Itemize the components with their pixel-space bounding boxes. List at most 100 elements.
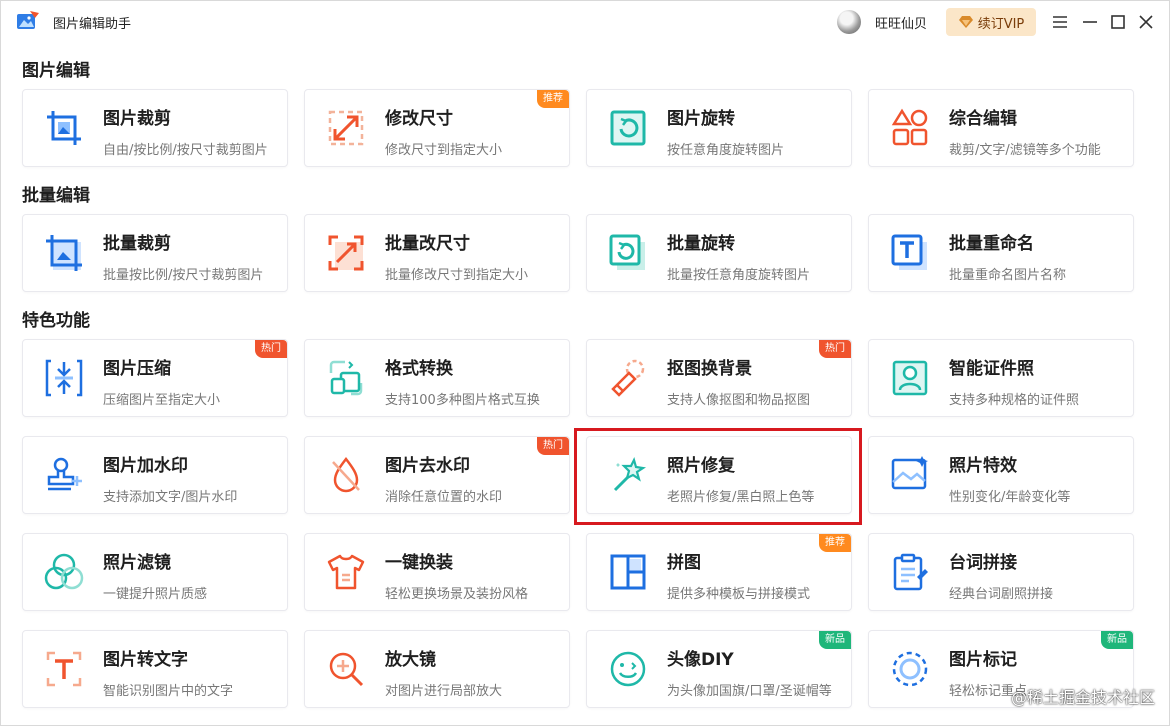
- compress-icon: [45, 359, 83, 397]
- close-icon[interactable]: [1136, 12, 1156, 32]
- card-desc: 性别变化/年龄变化等: [949, 490, 1071, 505]
- card-desc: 按任意角度旋转图片: [667, 143, 785, 158]
- card-desc: 轻松更换场景及装扮风格: [385, 587, 529, 602]
- filter-icon: [44, 553, 84, 590]
- smiley-icon: [610, 651, 646, 687]
- card-compress[interactable]: 图片压缩 压缩图片至指定大小 热门: [22, 339, 288, 417]
- card-title: 抠图换背景: [667, 359, 752, 379]
- clipboard-icon: [893, 553, 928, 591]
- renew-vip-button[interactable]: 续订VIP: [946, 8, 1036, 36]
- resize-icon: [328, 110, 364, 146]
- card-title: 图片压缩: [103, 359, 171, 379]
- remove-watermark-icon: [332, 456, 360, 493]
- card-photo-filter[interactable]: 照片滤镜 一键提升照片质感: [22, 533, 288, 611]
- card-desc: 支持人像抠图和物品抠图: [667, 393, 811, 408]
- card-title: 图片加水印: [103, 456, 188, 476]
- magnifier-icon: [329, 652, 364, 687]
- card-remove-watermark[interactable]: 图片去水印 消除任意位置的水印 热门: [304, 436, 570, 514]
- crop-image-icon: [47, 111, 81, 145]
- card-add-watermark[interactable]: 图片加水印 支持添加文字/图片水印: [22, 436, 288, 514]
- card-desc: 对图片进行局部放大: [385, 684, 503, 699]
- card-title: 图片去水印: [385, 456, 470, 476]
- diamond-icon: [958, 16, 973, 28]
- card-format-convert[interactable]: 格式转换 支持100多种图片格式互换: [304, 339, 570, 417]
- card-desc: 智能识别图片中的文字: [103, 684, 234, 699]
- card-desc: 支持多种规格的证件照: [949, 393, 1080, 408]
- card-title: 头像DIY: [667, 650, 734, 670]
- user-name[interactable]: 旺旺仙贝: [875, 13, 927, 32]
- card-resize[interactable]: 修改尺寸 修改尺寸到指定大小 推荐: [304, 89, 570, 167]
- batch-resize-icon: [328, 235, 364, 271]
- card-outfit-change[interactable]: 一键换装 轻松更换场景及装扮风格: [304, 533, 570, 611]
- card-title: 批量改尺寸: [385, 234, 470, 254]
- card-title: 批量裁剪: [103, 234, 171, 254]
- menu-icon[interactable]: [1050, 12, 1070, 32]
- title-bar: 图片编辑助手 旺旺仙贝 续订VIP: [1, 1, 1169, 43]
- card-desc: 修改尺寸到指定大小: [385, 143, 503, 158]
- card-desc: 为头像加国旗/口罩/圣诞帽等: [667, 684, 832, 699]
- card-title: 放大镜: [385, 650, 436, 670]
- card-batch-rename[interactable]: 批量重命名 批量重命名图片名称: [868, 214, 1134, 292]
- card-desc: 支持100多种图片格式互换: [385, 393, 540, 408]
- collage-icon: [610, 554, 646, 590]
- mark-icon: [892, 651, 928, 687]
- card-cutout-background[interactable]: 抠图换背景 支持人像抠图和物品抠图 热门: [586, 339, 852, 417]
- card-batch-crop[interactable]: 批量裁剪 批量按比例/按尺寸裁剪图片: [22, 214, 288, 292]
- rotate-icon: [610, 110, 646, 146]
- rename-icon: [891, 234, 927, 270]
- card-avatar-diy[interactable]: 头像DIY 为头像加国旗/口罩/圣诞帽等 新品: [586, 630, 852, 708]
- card-magnifier[interactable]: 放大镜 对图片进行局部放大: [304, 630, 570, 708]
- vip-label: 续订VIP: [977, 16, 1025, 32]
- avatar[interactable]: [837, 10, 861, 34]
- maximize-icon[interactable]: [1108, 12, 1128, 32]
- card-desc: 提供多种模板与拼接模式: [667, 587, 811, 602]
- card-desc: 批量按任意角度旋转图片: [667, 268, 811, 283]
- card-desc: 批量修改尺寸到指定大小: [385, 268, 529, 283]
- card-desc: 批量按比例/按尺寸裁剪图片: [103, 268, 264, 283]
- section-title-image-edit: 图片编辑: [22, 61, 90, 81]
- shirt-icon: [327, 554, 365, 590]
- recommend-badge: 推荐: [537, 90, 569, 108]
- card-title: 拼图: [667, 553, 701, 573]
- card-batch-rotate[interactable]: 批量旋转 批量按任意角度旋转图片: [586, 214, 852, 292]
- card-image-rotate[interactable]: 图片旋转 按任意角度旋转图片: [586, 89, 852, 167]
- card-title: 图片旋转: [667, 109, 735, 129]
- new-badge: 新品: [819, 631, 851, 649]
- card-title: 综合编辑: [949, 109, 1017, 129]
- card-combined-edit[interactable]: 综合编辑 裁剪/文字/滤镜等多个功能: [868, 89, 1134, 167]
- card-title: 图片转文字: [103, 650, 188, 670]
- card-subtitle-stitch[interactable]: 台词拼接 经典台词剧照拼接: [868, 533, 1134, 611]
- hot-badge: 热门: [819, 340, 851, 358]
- app-window: 图片编辑助手 旺旺仙贝 续订VIP 图片编辑 批量编辑 特色功能 图片裁剪 自由…: [0, 0, 1170, 726]
- card-photo-effect[interactable]: 照片特效 性别变化/年龄变化等: [868, 436, 1134, 514]
- card-desc: 批量重命名图片名称: [949, 268, 1067, 283]
- photo-effect-icon: [891, 456, 928, 490]
- card-desc: 消除任意位置的水印: [385, 490, 503, 505]
- hot-badge: 热门: [537, 437, 569, 455]
- card-image-to-text[interactable]: 图片转文字 智能识别图片中的文字: [22, 630, 288, 708]
- card-desc: 自由/按比例/按尺寸裁剪图片: [103, 143, 268, 158]
- watermark-text: @稀土掘金技术社区: [1011, 688, 1156, 707]
- cutout-icon: [611, 359, 645, 397]
- shapes-icon: [891, 108, 928, 146]
- card-title: 一键换装: [385, 553, 453, 573]
- minimize-icon[interactable]: [1080, 12, 1100, 32]
- card-desc: 经典台词剧照拼接: [949, 587, 1054, 602]
- card-desc: 压缩图片至指定大小: [103, 393, 221, 408]
- card-title: 照片特效: [949, 456, 1017, 476]
- app-logo-icon: [17, 11, 39, 29]
- card-title: 批量旋转: [667, 234, 735, 254]
- card-image-crop[interactable]: 图片裁剪 自由/按比例/按尺寸裁剪图片: [22, 89, 288, 167]
- card-desc: 裁剪/文字/滤镜等多个功能: [949, 143, 1101, 158]
- hot-badge: 热门: [255, 340, 287, 358]
- batch-rotate-icon: [609, 234, 645, 270]
- highlight-box: [574, 428, 862, 525]
- ocr-icon: [46, 651, 82, 687]
- card-batch-resize[interactable]: 批量改尺寸 批量修改尺寸到指定大小: [304, 214, 570, 292]
- card-title: 台词拼接: [949, 553, 1017, 573]
- card-title: 图片标记: [949, 650, 1017, 670]
- recommend-badge: 推荐: [819, 534, 851, 552]
- card-id-photo[interactable]: 智能证件照 支持多种规格的证件照: [868, 339, 1134, 417]
- card-title: 图片裁剪: [103, 109, 171, 129]
- card-collage[interactable]: 拼图 提供多种模板与拼接模式 推荐: [586, 533, 852, 611]
